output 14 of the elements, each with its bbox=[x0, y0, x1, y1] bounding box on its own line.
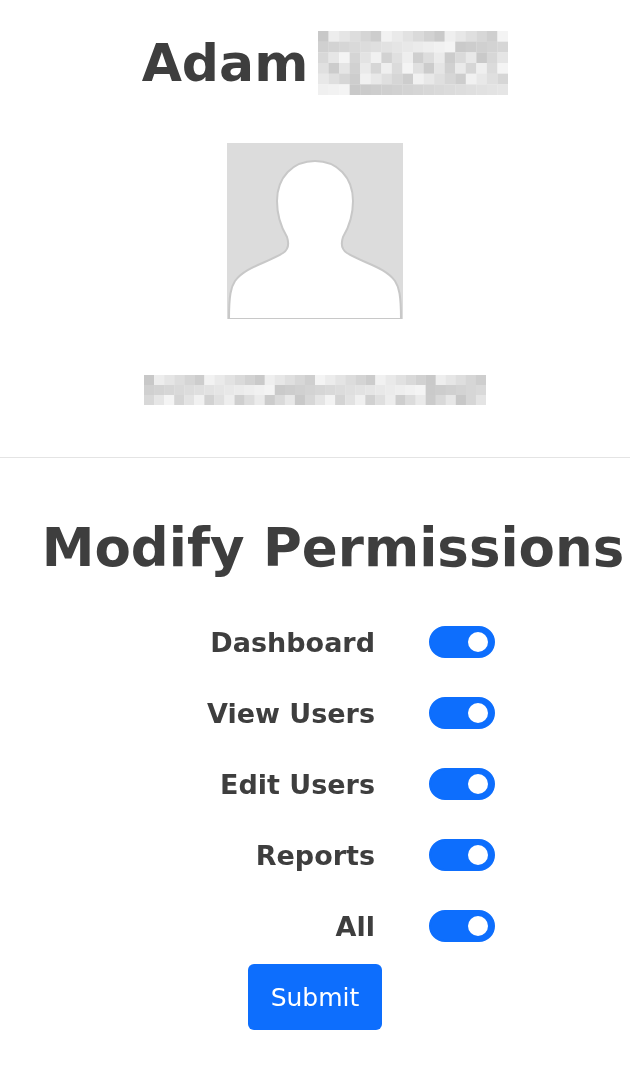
permission-label: Reports bbox=[254, 839, 375, 871]
permission-label: All bbox=[334, 910, 375, 942]
section-title: Modify Permissions bbox=[41, 516, 625, 580]
avatar-silhouette-icon bbox=[227, 143, 403, 319]
user-name: Adam bbox=[141, 32, 309, 95]
toggle-switch[interactable] bbox=[429, 910, 495, 942]
submit-button[interactable]: Submit bbox=[248, 964, 382, 1030]
permission-label: Edit Users bbox=[218, 768, 375, 800]
toggle-switch[interactable] bbox=[429, 626, 495, 658]
permission-label: Dashboard bbox=[209, 626, 375, 658]
permission-label: View Users bbox=[205, 697, 375, 729]
toggle-switch[interactable] bbox=[429, 839, 495, 871]
toggle-switch[interactable] bbox=[429, 697, 495, 729]
toggle-switch[interactable] bbox=[429, 768, 495, 800]
